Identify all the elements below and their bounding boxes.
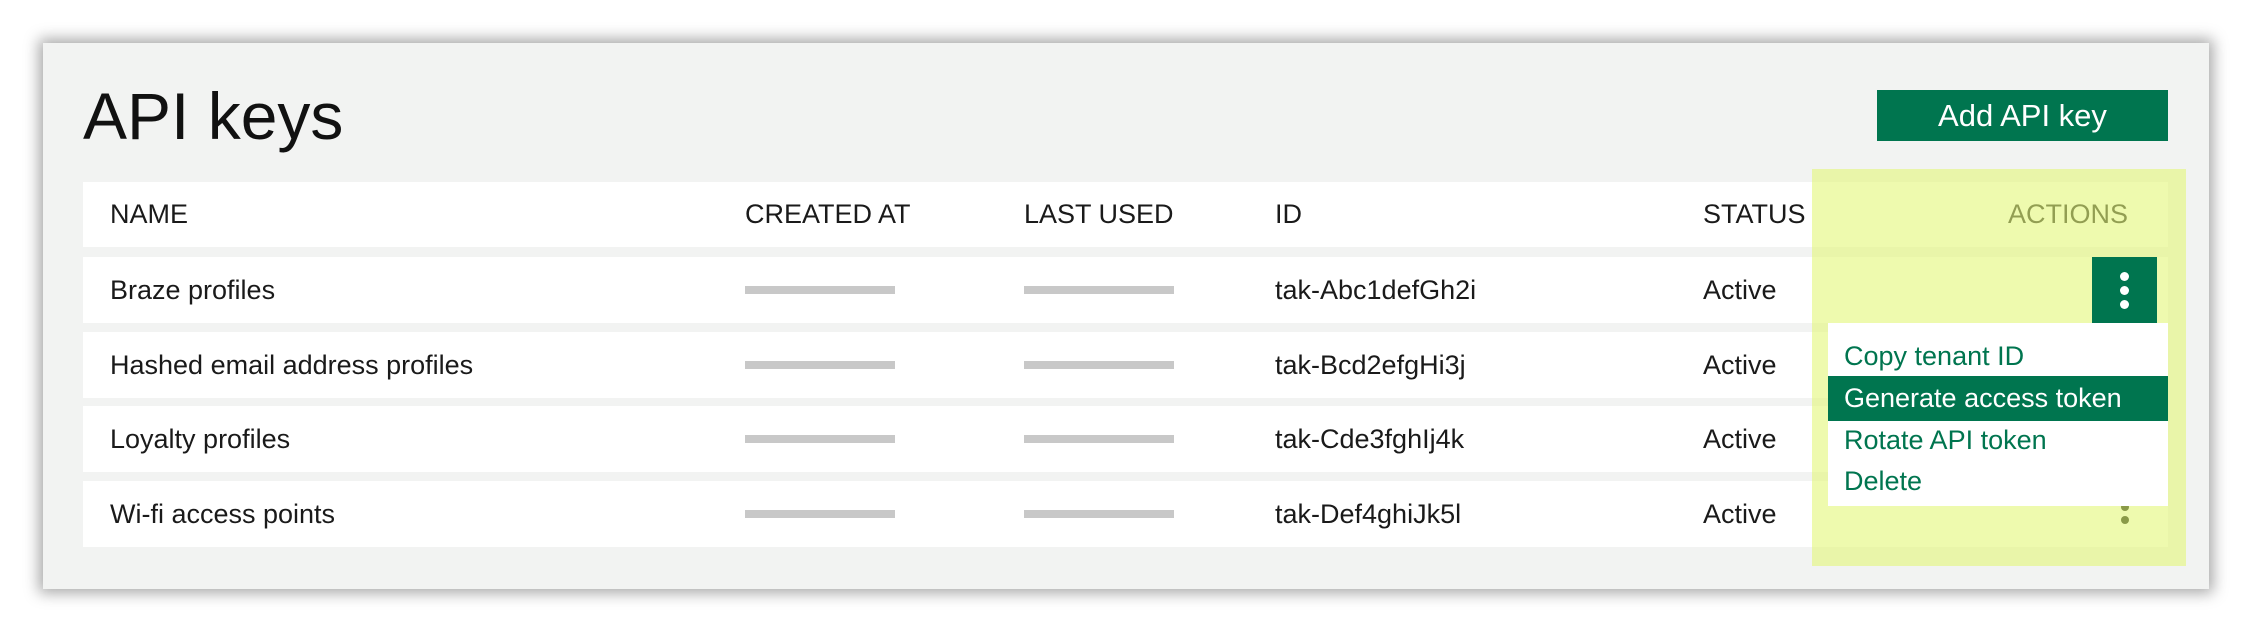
created-at-placeholder — [745, 481, 895, 547]
header-last-used[interactable]: LAST USED — [1024, 182, 1174, 247]
kebab-vertical-icon — [2120, 271, 2129, 281]
kebab-dot — [2120, 299, 2129, 309]
row-id: tak-Def4ghiJk5l — [1275, 498, 1462, 529]
menu-item-rotate-api-token[interactable]: Rotate API token — [1828, 419, 2168, 461]
created-at-placeholder — [745, 332, 895, 398]
page-title: API keys — [83, 79, 344, 153]
last-used-placeholder — [1024, 257, 1174, 323]
header-id[interactable]: ID — [1275, 182, 1302, 247]
kebab-dot — [2121, 516, 2129, 524]
row-actions-button[interactable] — [2092, 257, 2157, 323]
table-header: NAME CREATED AT LAST USED ID STATUS ACTI… — [83, 182, 2168, 247]
created-at-placeholder — [745, 257, 895, 323]
header-name[interactable]: NAME — [110, 182, 188, 247]
menu-item-generate-access-token[interactable]: Generate access token — [1828, 376, 2168, 421]
row-status: Active — [1703, 498, 1777, 529]
table-row[interactable]: Braze profiles tak-Abc1defGh2i Active — [83, 257, 2168, 323]
row-status: Active — [1703, 274, 1777, 305]
row-id: tak-Bcd2efgHi3j — [1275, 349, 1466, 380]
row-actions-button-faint[interactable] — [2110, 503, 2140, 543]
row-status: Active — [1703, 423, 1777, 454]
last-used-placeholder — [1024, 481, 1174, 547]
actions-dropdown-menu: Copy tenant ID Generate access token Rot… — [1828, 323, 2168, 506]
last-used-placeholder — [1024, 406, 1174, 472]
menu-item-copy-tenant-id[interactable]: Copy tenant ID — [1828, 335, 2168, 377]
header-status[interactable]: STATUS — [1703, 182, 1806, 247]
row-name: Hashed email address profiles — [110, 349, 474, 380]
row-id: tak-Abc1defGh2i — [1275, 274, 1477, 305]
add-api-key-button[interactable]: Add API key — [1877, 90, 2168, 141]
menu-item-delete[interactable]: Delete — [1828, 460, 2168, 502]
row-name: Braze profiles — [110, 274, 276, 305]
last-used-placeholder — [1024, 332, 1174, 398]
created-at-placeholder — [745, 406, 895, 472]
kebab-dot — [2120, 285, 2129, 295]
row-name: Loyalty profiles — [110, 423, 291, 454]
row-name: Wi-fi access points — [110, 498, 336, 529]
header-created-at[interactable]: CREATED AT — [745, 182, 911, 247]
header-actions: ACTIONS — [2007, 199, 2128, 229]
row-status: Active — [1703, 349, 1777, 380]
row-id: tak-Cde3fghIj4k — [1275, 423, 1465, 454]
